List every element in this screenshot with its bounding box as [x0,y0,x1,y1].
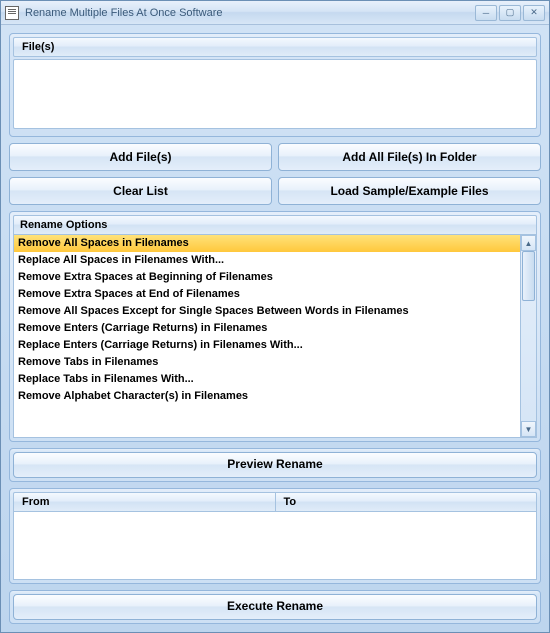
option-item[interactable]: Remove Alphabet Character(s) in Filename… [14,388,520,405]
add-files-button[interactable]: Add File(s) [9,143,272,171]
preview-group: From To [9,488,541,584]
app-window: Rename Multiple Files At Once Software ─… [0,0,550,633]
app-icon [5,6,19,20]
button-row-2: Clear List Load Sample/Example Files [9,177,541,205]
scroll-track[interactable] [521,251,536,421]
options-scrollbar[interactable]: ▲ ▼ [520,235,536,437]
options-list-wrap: Remove All Spaces in FilenamesReplace Al… [13,235,537,438]
option-item[interactable]: Remove Tabs in Filenames [14,354,520,371]
preview-button-group: Preview Rename [9,448,541,482]
option-item[interactable]: Remove All Spaces in Filenames [14,235,520,252]
files-group: File(s) [9,33,541,137]
load-sample-button[interactable]: Load Sample/Example Files [278,177,541,205]
scroll-down-button[interactable]: ▼ [521,421,536,437]
add-folder-button[interactable]: Add All File(s) In Folder [278,143,541,171]
files-list[interactable] [13,59,537,129]
minimize-button[interactable]: ─ [475,5,497,21]
client-area: File(s) Add File(s) Add All File(s) In F… [1,25,549,632]
option-item[interactable]: Replace Enters (Carriage Returns) in Fil… [14,337,520,354]
option-item[interactable]: Remove Enters (Carriage Returns) in File… [14,320,520,337]
window-title: Rename Multiple Files At Once Software [25,7,475,19]
options-header: Rename Options [13,215,537,235]
maximize-button[interactable]: ▢ [499,5,521,21]
clear-list-button[interactable]: Clear List [9,177,272,205]
option-item[interactable]: Replace Tabs in Filenames With... [14,371,520,388]
options-group: Rename Options Remove All Spaces in File… [9,211,541,442]
option-item[interactable]: Remove Extra Spaces at Beginning of File… [14,269,520,286]
preview-from-header: From [14,493,276,511]
preview-to-header: To [276,493,537,511]
preview-list[interactable] [13,512,537,580]
window-controls: ─ ▢ ✕ [475,5,545,21]
execute-button[interactable]: Execute Rename [13,594,537,620]
scroll-thumb[interactable] [522,251,535,301]
options-list[interactable]: Remove All Spaces in FilenamesReplace Al… [14,235,520,437]
preview-header: From To [13,492,537,512]
option-item[interactable]: Replace All Spaces in Filenames With... [14,252,520,269]
titlebar[interactable]: Rename Multiple Files At Once Software ─… [1,1,549,25]
preview-button[interactable]: Preview Rename [13,452,537,478]
button-row-1: Add File(s) Add All File(s) In Folder [9,143,541,171]
option-item[interactable]: Remove All Spaces Except for Single Spac… [14,303,520,320]
files-header: File(s) [13,37,537,57]
execute-group: Execute Rename [9,590,541,624]
scroll-up-button[interactable]: ▲ [521,235,536,251]
close-button[interactable]: ✕ [523,5,545,21]
option-item[interactable]: Remove Extra Spaces at End of Filenames [14,286,520,303]
